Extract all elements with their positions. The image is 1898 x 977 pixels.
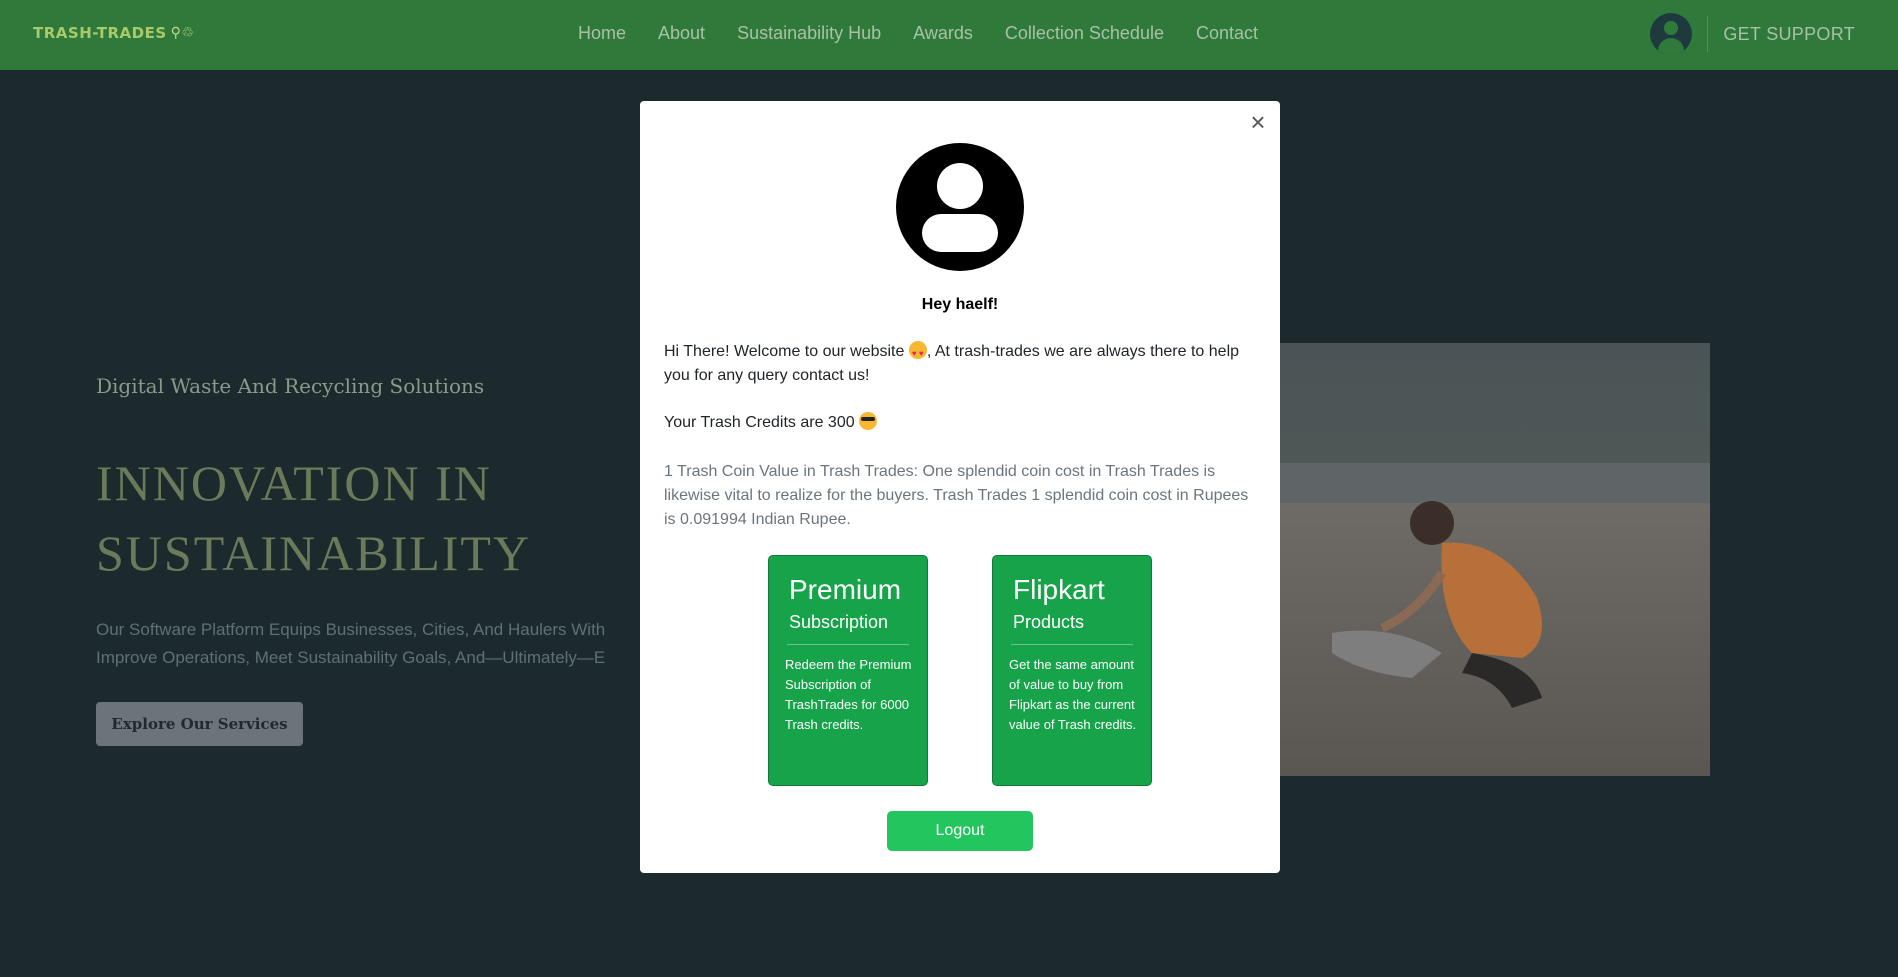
explore-services-button[interactable]: Explore Our Services (96, 702, 303, 746)
premium-subscription-card[interactable]: Premium Subscription Redeem the Premium … (768, 555, 928, 786)
nav-link-contact[interactable]: Contact (1196, 23, 1258, 44)
heart-eyes-emoji-icon (908, 341, 927, 366)
logo[interactable]: TRASH-TRADES ⚲♲ (33, 24, 194, 42)
nav-link-awards[interactable]: Awards (913, 23, 973, 44)
card-subtitle: Products (1013, 612, 1085, 632)
card-divider (1011, 644, 1133, 645)
hero-photo (1262, 343, 1710, 776)
card-subtitle: Subscription (789, 612, 889, 632)
greeting-text: Hey haelf! (921, 296, 999, 313)
navbar: TRASH-TRADES ⚲♲ Home About Sustainabilit… (0, 0, 1898, 70)
profile-modal: × Hey haelf! Hi There! Welcome to our we… (640, 101, 1280, 873)
card-title: Flipkart (1013, 574, 1105, 605)
nav-link-collection-schedule[interactable]: Collection Schedule (1005, 23, 1164, 44)
close-icon[interactable]: × (1246, 109, 1270, 135)
get-support-link[interactable]: GET SUPPORT (1723, 24, 1855, 45)
nav-right: GET SUPPORT (1650, 13, 1855, 55)
trash-credits-label: Your Trash Credits are 300 (664, 414, 855, 431)
nav-link-about[interactable]: About (658, 23, 705, 44)
logo-text: TRASH-TRADES (33, 24, 167, 42)
welcome-text: Hi There! Welcome to our website , At tr… (664, 340, 1256, 388)
user-avatar-icon[interactable] (1650, 13, 1693, 55)
nav-link-sustainability-hub[interactable]: Sustainability Hub (737, 23, 881, 44)
person-cleaning-beach-image (1332, 501, 1542, 708)
recycle-people-icon: ⚲♲ (170, 25, 195, 41)
nav-link-home[interactable]: Home (578, 23, 626, 44)
card-text: Get the same amount of value to buy from… (1009, 657, 1137, 732)
coin-value-info: 1 Trash Coin Value in Trash Trades: One … (664, 463, 1249, 528)
card-title: Premium (789, 574, 902, 605)
card-text: Redeem the Premium Subscription of Trash… (785, 657, 912, 732)
logout-button[interactable]: Logout (887, 811, 1033, 851)
card-divider (787, 644, 909, 645)
welcome-text-part1: Hi There! Welcome to our website (664, 343, 905, 360)
nav-divider (1707, 16, 1709, 52)
hero-description: Our Software Platform Equips Businesses,… (96, 620, 606, 667)
profile-avatar-icon (896, 143, 1024, 271)
nav-links: Home About Sustainability Hub Awards Col… (578, 23, 1290, 44)
hero-title: INNOVATION IN SUSTAINABILITY (96, 455, 532, 581)
trash-credits-text: Your Trash Credits are 300 (664, 412, 1256, 432)
hero-kicker: Digital Waste And Recycling Solutions (96, 374, 485, 398)
sunglasses-emoji-icon (859, 412, 878, 430)
flipkart-products-card[interactable]: Flipkart Products Get the same amount of… (992, 555, 1152, 786)
